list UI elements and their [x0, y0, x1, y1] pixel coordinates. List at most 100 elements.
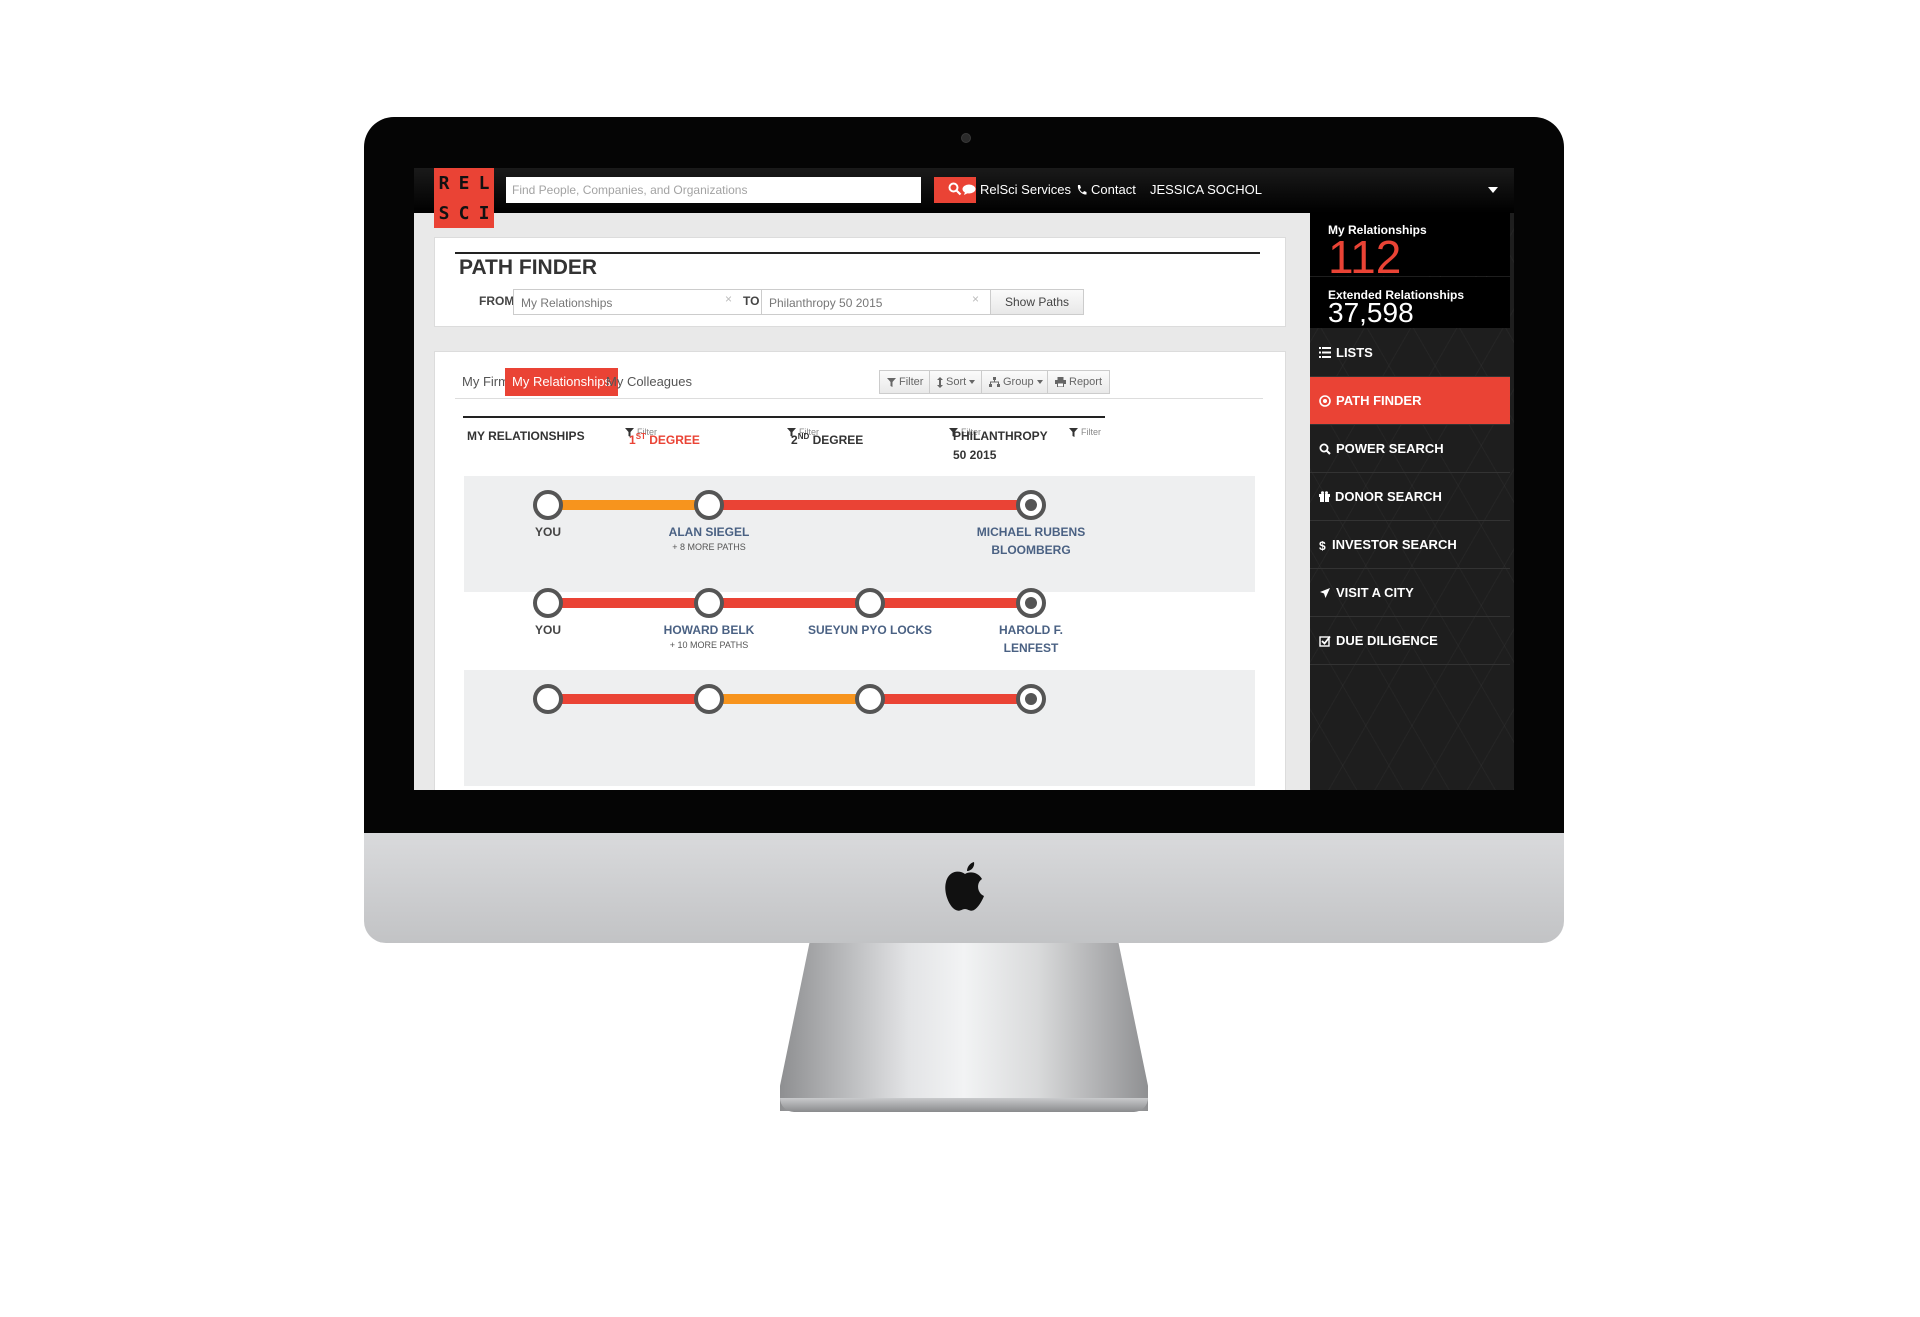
path-segment — [870, 500, 1031, 510]
filter-button[interactable]: Filter — [879, 370, 932, 394]
chat-icon — [962, 184, 976, 195]
global-search-input[interactable] — [506, 177, 921, 203]
checkbox-icon — [1319, 635, 1331, 647]
sidebar-item-due-diligence[interactable]: DUE DILIGENCE — [1310, 617, 1510, 665]
results-panel: My Firm My Relationships My Colleagues F… — [434, 351, 1286, 790]
funnel-icon — [887, 377, 896, 387]
relsci-services-link[interactable]: RelSci Services — [962, 182, 1071, 197]
path-segment — [709, 598, 870, 608]
degree-text: DEGREE — [809, 433, 864, 447]
user-name: JESSICA SOCHOL — [1150, 182, 1262, 197]
relsci-services-label: RelSci Services — [980, 182, 1072, 197]
column-filter-label: Filter — [1081, 427, 1101, 437]
you-label: YOU — [534, 623, 561, 637]
stat-value: 112 — [1328, 231, 1402, 283]
sidebar-item-label: POWER SEARCH — [1336, 441, 1444, 456]
sidebar-item-path-finder[interactable]: PATH FINDER — [1310, 377, 1510, 425]
sidebar-item-donor-search[interactable]: DONOR SEARCH — [1310, 473, 1510, 521]
degree-suffix: ND — [797, 432, 810, 441]
person-node[interactable] — [694, 490, 724, 520]
logo-letter: C — [458, 202, 470, 224]
clear-to-icon[interactable]: × — [972, 292, 979, 306]
show-paths-button[interactable]: Show Paths — [990, 289, 1085, 315]
my-relationships-stat[interactable]: My Relationships 112 — [1310, 213, 1510, 280]
target-node[interactable] — [1016, 684, 1046, 714]
more-paths-link[interactable]: + 8 MORE PATHS — [619, 542, 799, 552]
path-finder-panel: PATH FINDER FROM My Relationships × TO P… — [434, 237, 1286, 327]
sidebar-item-label: DONOR SEARCH — [1335, 489, 1442, 504]
sort-label: Sort — [946, 376, 967, 388]
logo-letter: L — [478, 172, 490, 194]
plane-icon — [1319, 587, 1331, 599]
path-segment — [870, 598, 1031, 608]
person-node[interactable] — [533, 588, 563, 618]
sidebar-item-investor-search[interactable]: $ INVESTOR SEARCH — [1310, 521, 1510, 569]
logo-letter: R — [438, 172, 450, 194]
person-name-link[interactable]: MICHAEL RUBENS BLOOMBERG — [971, 523, 1091, 559]
target-node[interactable] — [1016, 588, 1046, 618]
sidebar-item-label: INVESTOR SEARCH — [1332, 537, 1457, 552]
extended-relationships-stat[interactable]: Extended Relationships 37,598 — [1310, 277, 1510, 328]
person-node[interactable] — [855, 588, 885, 618]
to-label: TO — [743, 294, 760, 308]
clear-from-icon[interactable]: × — [725, 292, 732, 306]
group-button[interactable]: Group — [981, 370, 1051, 394]
sort-button[interactable]: Sort — [929, 370, 984, 394]
column-title: PHILANTHROPY 50 2015 — [953, 429, 1048, 462]
printer-icon — [1055, 377, 1066, 387]
path-segment — [709, 500, 870, 510]
person-name-link[interactable]: HOWARD BELK — [619, 621, 799, 639]
contact-label: Contact — [1091, 182, 1136, 197]
svg-text:$: $ — [1319, 539, 1326, 551]
app-screen: RelSci Services Contact JESSICA SOCHOL R… — [414, 168, 1514, 790]
person-name-link[interactable]: SUEYUN PYO LOCKS — [780, 621, 960, 639]
contact-link[interactable]: Contact — [1076, 182, 1136, 197]
degree-number: 2 — [791, 433, 798, 447]
sitemap-icon — [989, 377, 1000, 387]
path-segment — [548, 598, 709, 608]
chevron-down-icon — [1036, 380, 1043, 384]
relsci-logo[interactable]: R E L S C I — [434, 168, 494, 228]
person-name-link[interactable]: ALAN SIEGEL — [619, 523, 799, 541]
logo-letter: I — [478, 202, 490, 224]
report-label: Report — [1069, 376, 1103, 388]
column-filter-button[interactable]: Filter — [1069, 427, 1101, 437]
search-icon — [948, 182, 962, 195]
column-header-philanthropy: PHILANTHROPY 50 2015 Filter — [949, 416, 1105, 462]
path-row[interactable] — [464, 670, 1255, 786]
person-node[interactable] — [533, 490, 563, 520]
sidebar-item-label: VISIT A CITY — [1336, 585, 1414, 600]
person-node[interactable] — [694, 588, 724, 618]
sidebar-item-power-search[interactable]: POWER SEARCH — [1310, 425, 1510, 473]
you-label: YOU — [534, 525, 561, 539]
filter-label: Filter — [899, 376, 924, 388]
target-node[interactable] — [1016, 490, 1046, 520]
sidebar-item-visit-a-city[interactable]: VISIT A CITY — [1310, 569, 1510, 617]
person-node[interactable] — [694, 684, 724, 714]
logo-letter: E — [458, 172, 470, 194]
list-icon — [1319, 347, 1331, 358]
person-node[interactable] — [855, 684, 885, 714]
column-title: 2ND DEGREE — [791, 427, 863, 450]
sidebar-item-label: DUE DILIGENCE — [1336, 633, 1438, 648]
top-navbar: RelSci Services Contact JESSICA SOCHOL — [414, 168, 1514, 213]
path-segment — [870, 694, 1031, 704]
divider — [455, 252, 1260, 254]
group-label: Group — [1003, 376, 1034, 388]
chevron-down-icon[interactable] — [1488, 187, 1498, 193]
more-paths-link[interactable]: + 10 MORE PATHS — [619, 640, 799, 650]
phone-icon — [1077, 184, 1087, 195]
column-title: MY RELATIONSHIPS — [467, 429, 585, 443]
report-button[interactable]: Report — [1047, 370, 1111, 394]
divider — [455, 398, 1263, 399]
chevron-down-icon — [969, 380, 976, 384]
search-icon — [1319, 443, 1331, 455]
tab-my-colleagues[interactable]: My Colleagues — [599, 368, 699, 396]
sidebar-item-label: PATH FINDER — [1336, 393, 1422, 408]
sidebar-item-lists[interactable]: LISTS — [1310, 329, 1510, 377]
person-node[interactable] — [533, 684, 563, 714]
person-name-link[interactable]: HAROLD F. LENFEST — [971, 621, 1091, 657]
funnel-icon — [1069, 427, 1078, 437]
apple-logo-icon — [945, 862, 984, 911]
user-menu[interactable]: JESSICA SOCHOL — [1150, 182, 1262, 197]
